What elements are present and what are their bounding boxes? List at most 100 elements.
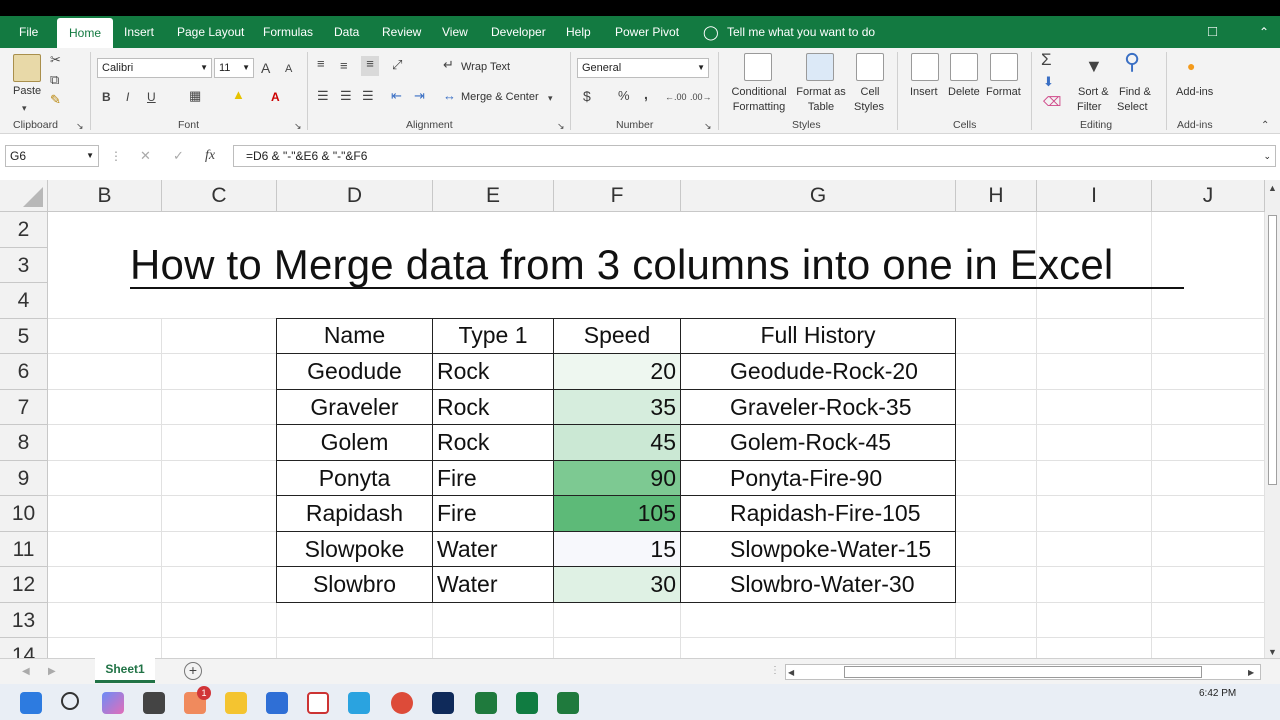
row-header-9[interactable]: 9 — [0, 460, 48, 496]
paste-icon[interactable] — [13, 54, 41, 82]
scroll-left-icon[interactable]: ◀ — [788, 665, 794, 681]
row-header-8[interactable]: 8 — [0, 425, 48, 461]
column-header-c[interactable]: C — [162, 180, 277, 212]
tab-formulas[interactable]: Formulas — [263, 16, 313, 48]
cell-styles-line2[interactable]: Styles — [848, 101, 890, 113]
cell-styles-icon[interactable] — [856, 53, 884, 81]
excel-app-icon[interactable] — [475, 692, 497, 714]
cell-type[interactable]: Rock — [437, 390, 489, 425]
number-launcher-icon[interactable]: ↘ — [704, 118, 712, 134]
cell-type[interactable]: Water — [437, 567, 498, 602]
column-header-j[interactable]: J — [1152, 180, 1265, 212]
cell-speed[interactable]: 35 — [554, 390, 680, 425]
cancel-icon[interactable]: ✕ — [140, 148, 151, 164]
windows-start-icon[interactable] — [20, 692, 42, 714]
tab-help[interactable]: Help — [566, 16, 591, 48]
cell-name[interactable]: Slowpoke — [277, 532, 432, 567]
orientation-icon[interactable]: ⤢ — [392, 57, 402, 73]
row-header-11[interactable]: 11 — [0, 531, 48, 567]
align-center-icon[interactable]: ☰ — [340, 88, 352, 104]
column-header-i[interactable]: I — [1037, 180, 1152, 212]
find-select-line2[interactable]: Select — [1117, 101, 1148, 113]
fill-icon[interactable]: ⬇ — [1043, 74, 1054, 90]
row-header-6[interactable]: 6 — [0, 354, 48, 390]
format-as-table-line1[interactable]: Format as — [795, 86, 847, 98]
row-header-7[interactable]: 7 — [0, 389, 48, 425]
name-box[interactable]: G6 ▼ — [5, 145, 99, 167]
cell-name[interactable]: Golem — [277, 425, 432, 460]
scroll-up-icon[interactable]: ▲ — [1267, 180, 1278, 196]
add-sheet-button[interactable]: + — [184, 662, 202, 680]
row-header-14[interactable]: 14 — [0, 638, 48, 658]
align-right-icon[interactable]: ☰ — [362, 88, 374, 104]
conditional-formatting-line2[interactable]: Formatting — [726, 101, 792, 113]
insert-function-button[interactable]: fx — [205, 148, 215, 164]
cell-styles-line1[interactable]: Cell — [850, 86, 890, 98]
percent-button[interactable]: % — [618, 88, 630, 104]
chrome-icon[interactable] — [391, 692, 413, 714]
alignment-launcher-icon[interactable]: ↘ — [557, 118, 565, 134]
ribbon-collapse-icon[interactable]: ⌃ — [1261, 118, 1269, 134]
cell-type[interactable]: Water — [437, 532, 498, 567]
autosum-button[interactable]: Σ — [1041, 51, 1052, 68]
tab-home[interactable]: Home — [57, 18, 114, 48]
cell-full-history[interactable]: Graveler-Rock-35 — [730, 390, 912, 425]
italic-button[interactable]: I — [126, 89, 129, 105]
cell-name[interactable]: Ponyta — [277, 461, 432, 496]
add-ins-icon[interactable]: ● — [1187, 58, 1195, 74]
font-size-select[interactable]: 11 ▼ — [214, 58, 254, 78]
underline-button[interactable]: U — [147, 89, 156, 105]
row-header-10[interactable]: 10 — [0, 496, 48, 532]
clear-icon[interactable]: ⌫ — [1043, 94, 1061, 110]
column-header-h[interactable]: H — [956, 180, 1037, 212]
cell-speed[interactable]: 20 — [554, 354, 680, 389]
cell-name[interactable]: Rapidash — [277, 496, 432, 531]
tab-insert[interactable]: Insert — [124, 16, 154, 48]
cell-type[interactable]: Fire — [437, 496, 477, 531]
camtasia-icon[interactable] — [557, 692, 579, 714]
spreadsheet-grid[interactable]: B C D E F G H I J 2 3 4 5 6 7 8 9 10 11 … — [0, 180, 1265, 658]
font-color-button[interactable]: A — [271, 89, 280, 105]
tab-view[interactable]: View — [442, 16, 468, 48]
align-left-icon[interactable]: ☰ — [317, 88, 329, 104]
row-header-2[interactable]: 2 — [0, 212, 48, 248]
delete-cells-icon[interactable] — [950, 53, 978, 81]
comments-icon[interactable]: □ — [1208, 16, 1217, 48]
cell-speed[interactable]: 30 — [554, 567, 680, 602]
font-launcher-icon[interactable]: ↘ — [294, 118, 302, 134]
header-full-history[interactable]: Full History — [681, 318, 955, 353]
task-view-icon[interactable] — [143, 692, 165, 714]
snipping-tool-icon[interactable] — [307, 692, 329, 714]
decrease-decimal-icon[interactable]: .00→ — [690, 89, 712, 105]
increase-indent-icon[interactable]: ⇥ — [414, 88, 425, 104]
fill-color-icon[interactable]: ▲ — [232, 87, 245, 103]
borders-icon[interactable]: ▦ — [189, 88, 201, 104]
cell-speed[interactable]: 45 — [554, 425, 680, 460]
ribbon-collapse-icon[interactable]: ⌃ — [1259, 16, 1269, 48]
tab-data[interactable]: Data — [334, 16, 359, 48]
photoshop-icon[interactable] — [432, 692, 454, 714]
paste-dropdown-icon[interactable]: ▾ — [22, 100, 27, 116]
currency-button[interactable]: $ — [583, 88, 591, 104]
format-painter-icon[interactable]: ✎ — [50, 92, 61, 108]
store-icon[interactable] — [266, 692, 288, 714]
format-as-table-icon[interactable] — [806, 53, 834, 81]
cell-speed[interactable]: 105 — [554, 496, 680, 531]
sort-filter-line1[interactable]: Sort & — [1078, 86, 1109, 98]
search-icon[interactable] — [61, 692, 79, 710]
tell-me-search[interactable]: Tell me what you want to do — [727, 16, 875, 48]
grow-font-button[interactable]: A — [261, 60, 270, 76]
chevron-down-icon[interactable]: ▾ — [548, 90, 553, 106]
format-cells-button[interactable]: Format — [986, 86, 1021, 98]
comma-button[interactable]: , — [644, 86, 648, 102]
number-format-select[interactable]: General ▼ — [577, 58, 709, 78]
cell-name[interactable]: Graveler — [277, 390, 432, 425]
format-as-table-line2[interactable]: Table — [795, 101, 847, 113]
horizontal-scrollbar[interactable]: ◀ ▶ — [785, 664, 1261, 680]
system-clock[interactable]: 6:42 PM — [1199, 688, 1236, 699]
align-middle-icon[interactable]: ≡ — [340, 58, 348, 74]
expand-formula-icon[interactable]: ⌄ — [1263, 146, 1271, 166]
excel-icon[interactable] — [516, 692, 538, 714]
add-ins-button[interactable]: Add-ins — [1176, 86, 1213, 98]
cell-full-history[interactable]: Slowpoke-Water-15 — [730, 532, 931, 567]
